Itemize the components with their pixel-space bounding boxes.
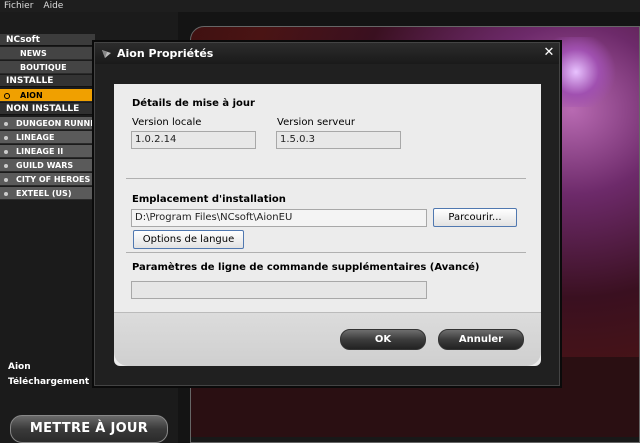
bullet-icon [4,191,8,196]
download-status: Téléchargement Disponible [8,377,96,387]
dialog-title-bar[interactable]: Aion Propriétés [95,43,559,64]
local-version-label: Version locale [132,117,202,128]
sidebar-item-label: LINEAGE II [16,147,64,156]
server-version-field: 1.5.0.3 [276,131,401,149]
cmdline-input[interactable] [131,281,427,299]
sidebar-item-label: AION [20,91,43,100]
install-path-input[interactable]: D:\Program Files\NCsoft\AionEU [131,209,427,227]
sidebar-item-label: GUILD WARS [16,161,74,170]
sidebar-item-shop[interactable]: BOUTIQUE [0,61,95,74]
local-version-field: 1.0.2.14 [131,131,256,149]
bullet-icon [4,121,8,126]
bullet-icon [4,177,8,182]
sidebar-item-guild-wars[interactable]: GUILD WARS [0,159,95,172]
close-icon[interactable]: ✕ [542,46,556,60]
menu-bar: Fichier Aide [0,0,640,12]
browse-button[interactable]: Parcourir... [433,208,517,227]
app-icon [102,50,111,58]
sidebar-installed-header: INSTALLE [0,75,95,87]
selected-game-name: Aion [8,362,31,372]
sidebar-not-installed-header: NON INSTALLE [0,103,95,115]
bullet-icon [4,135,8,140]
selected-ring-icon [4,92,10,99]
bullet-icon [4,149,8,154]
cancel-button[interactable]: Annuler [438,329,524,350]
menu-file[interactable]: Fichier [0,1,39,11]
sidebar-item-lineage-ii[interactable]: LINEAGE II [0,145,95,158]
sidebar-item-label: CITY OF HEROES [16,175,91,184]
sidebar-item-aion[interactable]: AION [0,89,95,102]
install-location-label: Emplacement d'installation [132,194,286,205]
dialog-body: Détails de mise à jour Version locale 1.… [114,84,541,366]
dialog-title: Aion Propriétés [117,47,214,60]
dialog-footer: OK Annuler [114,312,541,366]
divider [126,178,526,179]
sidebar-item-lineage[interactable]: LINEAGE [0,131,95,144]
ok-button[interactable]: OK [340,329,426,350]
properties-dialog: Aion Propriétés ✕ Détails de mise à jour… [94,42,560,386]
sidebar-item-label: DUNGEON RUNNERS [16,119,95,128]
bullet-icon [4,163,8,168]
sidebar-item-exteel[interactable]: EXTEEL (US) [0,187,95,200]
update-button[interactable]: METTRE À JOUR [10,415,168,443]
sidebar-item-label: LINEAGE [16,133,55,142]
cmdline-label: Paramètres de ligne de commande suppléme… [132,262,480,273]
sidebar-brand-header: NCsoft [0,34,95,46]
update-section-title: Détails de mise à jour [132,98,255,109]
menu-help[interactable]: Aide [39,1,69,11]
sidebar-item-dungeon-runners[interactable]: DUNGEON RUNNERS [0,117,95,130]
divider [126,252,526,253]
sidebar-item-city-of-heroes[interactable]: CITY OF HEROES [0,173,95,186]
server-version-label: Version serveur [277,117,355,128]
language-options-button[interactable]: Options de langue [133,230,244,249]
sidebar-item-label: EXTEEL (US) [16,189,72,198]
sidebar-item-news[interactable]: NEWS [0,47,95,60]
